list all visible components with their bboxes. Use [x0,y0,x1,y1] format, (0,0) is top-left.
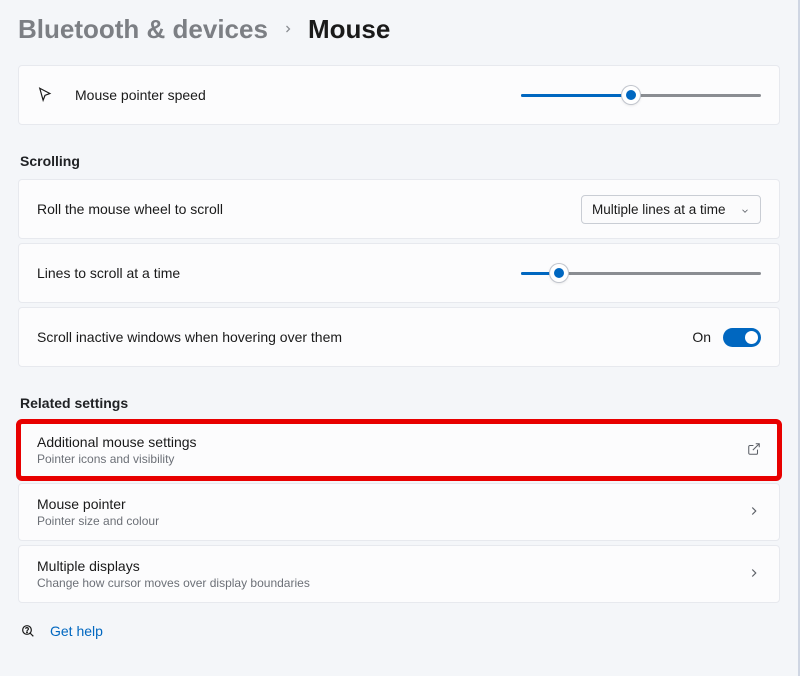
roll-wheel-label: Roll the mouse wheel to scroll [37,201,223,217]
setting-pointer-speed: Mouse pointer speed [18,65,780,125]
related-item-1[interactable]: Mouse pointer Pointer size and colour [18,483,780,541]
related-item-subtitle: Pointer icons and visibility [37,452,747,466]
pointer-speed-slider[interactable] [521,83,761,107]
related-item-title: Multiple displays [37,558,747,574]
related-item-0[interactable]: Additional mouse settings Pointer icons a… [18,421,780,479]
chevron-right-icon [282,19,294,40]
pointer-speed-label: Mouse pointer speed [75,87,206,103]
help-icon [20,623,36,639]
chevron-down-icon [740,204,750,214]
help-row: Get help [18,623,780,639]
scrolling-section-title: Scrolling [20,153,780,169]
related-item-title: Additional mouse settings [37,434,747,450]
get-help-link[interactable]: Get help [50,623,103,639]
related-item-title: Mouse pointer [37,496,747,512]
scroll-inactive-value-label: On [692,329,711,345]
related-item-subtitle: Pointer size and colour [37,514,747,528]
related-item-subtitle: Change how cursor moves over display bou… [37,576,747,590]
setting-lines-to-scroll: Lines to scroll at a time [18,243,780,303]
setting-roll-wheel: Roll the mouse wheel to scroll Multiple … [18,179,780,239]
chevron-right-icon [747,566,761,583]
related-item-2[interactable]: Multiple displays Change how cursor moves… [18,545,780,603]
scroll-inactive-label: Scroll inactive windows when hovering ov… [37,329,342,345]
breadcrumb-parent[interactable]: Bluetooth & devices [18,14,268,45]
lines-to-scroll-slider[interactable] [521,261,761,285]
breadcrumb: Bluetooth & devices Mouse [18,14,780,45]
related-section-title: Related settings [20,395,780,411]
scroll-inactive-toggle[interactable] [723,328,761,347]
roll-wheel-dropdown[interactable]: Multiple lines at a time [581,195,761,224]
cursor-icon [33,86,57,104]
roll-wheel-value: Multiple lines at a time [592,202,726,217]
lines-to-scroll-label: Lines to scroll at a time [37,265,180,281]
breadcrumb-current: Mouse [308,14,390,45]
chevron-right-icon [747,504,761,521]
open-external-icon [747,442,761,459]
setting-scroll-inactive: Scroll inactive windows when hovering ov… [18,307,780,367]
